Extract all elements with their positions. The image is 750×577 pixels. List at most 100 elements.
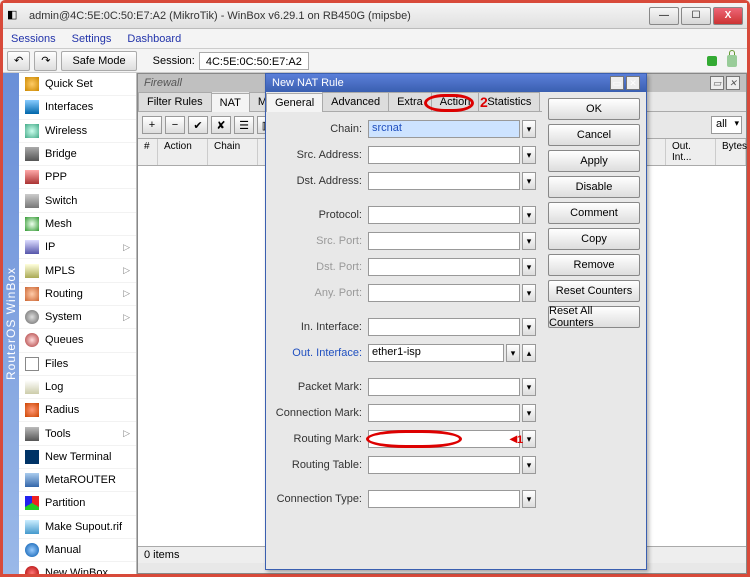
nat-dropdown-srcport[interactable]: ▾ xyxy=(522,232,536,250)
sidebar-item-system[interactable]: System▷ xyxy=(19,306,136,329)
sidebar-item-partition[interactable]: Partition xyxy=(19,492,136,515)
lock-icon xyxy=(727,55,737,67)
sidebar-item-mesh[interactable]: Mesh xyxy=(19,213,136,236)
firewall-col-num[interactable]: # xyxy=(138,139,158,165)
nat-tab-extra[interactable]: Extra xyxy=(388,92,432,111)
sidebar-item-bridge[interactable]: Bridge xyxy=(19,143,136,166)
nat-input-inif[interactable] xyxy=(368,318,520,336)
nat-dropdown-dstaddr[interactable]: ▾ xyxy=(522,172,536,190)
nat-dropdown-rtable[interactable]: ▾ xyxy=(522,456,536,474)
nat-label-pmark: Packet Mark: xyxy=(272,381,368,393)
nat-cancel-button[interactable]: Cancel xyxy=(548,124,640,146)
nat-disable-button[interactable]: Disable xyxy=(548,176,640,198)
nat-ok-button[interactable]: OK xyxy=(548,98,640,120)
sidebar-item-ip[interactable]: IP▷ xyxy=(19,236,136,259)
sidebar-item-quick-set[interactable]: Quick Set xyxy=(19,73,136,96)
firewall-tool-0[interactable]: + xyxy=(142,116,162,134)
nat-min-icon[interactable]: ▭ xyxy=(610,76,624,90)
nat-input-anyport[interactable] xyxy=(368,284,520,302)
firewall-close-icon[interactable]: ✕ xyxy=(726,76,740,90)
sidebar-item-log[interactable]: Log xyxy=(19,376,136,399)
nat-input-rtable[interactable] xyxy=(368,456,520,474)
menu-settings[interactable]: Settings xyxy=(72,33,112,45)
sidebar-item-new-terminal[interactable]: New Terminal xyxy=(19,446,136,469)
nat-input-srcaddr[interactable] xyxy=(368,146,520,164)
firewall-tool-1[interactable]: − xyxy=(165,116,185,134)
nat-comment-button[interactable]: Comment xyxy=(548,202,640,224)
nat-title: New NAT Rule xyxy=(272,77,344,89)
sidebar-item-manual[interactable]: Manual xyxy=(19,539,136,562)
nat-label-cmark: Connection Mark: xyxy=(272,407,368,419)
nat-dropdown-inif[interactable]: ▾ xyxy=(522,318,536,336)
i-q-icon xyxy=(25,333,39,347)
sidebar-item-queues[interactable]: Queues xyxy=(19,329,136,352)
close-button[interactable]: X xyxy=(713,7,743,25)
i-tools-icon xyxy=(25,427,39,441)
nat-input-rmark[interactable] xyxy=(368,430,520,448)
minimize-button[interactable]: — xyxy=(649,7,679,25)
nat-remove-button[interactable]: Remove xyxy=(548,254,640,276)
firewall-tab-filter-rules[interactable]: Filter Rules xyxy=(138,92,212,111)
nat-input-pmark[interactable] xyxy=(368,378,520,396)
sidebar-item-radius[interactable]: Radius xyxy=(19,399,136,422)
sidebar-item-files[interactable]: Files xyxy=(19,353,136,376)
nat-input-cmark[interactable] xyxy=(368,404,520,422)
nat-close-icon[interactable]: ✕ xyxy=(626,76,640,90)
nat-reset-all-counters-button[interactable]: Reset All Counters xyxy=(548,306,640,328)
nat-dropdown-chain[interactable]: ▾ xyxy=(522,120,536,138)
sidebar-item-routing[interactable]: Routing▷ xyxy=(19,283,136,306)
sidebar-item-interfaces[interactable]: Interfaces xyxy=(19,96,136,119)
sidebar-item-label: New WinBox xyxy=(45,567,108,574)
nat-input-dstport[interactable] xyxy=(368,258,520,276)
sidebar-item-new-winbox[interactable]: New WinBox xyxy=(19,562,136,574)
sidebar-item-ppp[interactable]: PPP xyxy=(19,166,136,189)
nat-input-outif[interactable]: ether1-isp xyxy=(368,344,504,362)
nat-up-outif[interactable]: ▴ xyxy=(522,344,536,362)
nat-dropdown-pmark[interactable]: ▾ xyxy=(522,378,536,396)
firewall-filter-select[interactable]: all xyxy=(711,116,742,134)
nat-tab-general[interactable]: General xyxy=(266,93,323,112)
nat-input-srcport[interactable] xyxy=(368,232,520,250)
nat-dropdown-srcaddr[interactable]: ▾ xyxy=(522,146,536,164)
redo-button[interactable]: ↷ xyxy=(34,51,57,71)
sidebar-item-label: Radius xyxy=(45,404,79,416)
nat-copy-button[interactable]: Copy xyxy=(548,228,640,250)
maximize-button[interactable]: ☐ xyxy=(681,7,711,25)
sidebar-item-switch[interactable]: Switch xyxy=(19,189,136,212)
safemode-button[interactable]: Safe Mode xyxy=(61,51,136,71)
sidebar-item-metarouter[interactable]: MetaROUTER xyxy=(19,469,136,492)
menu-sessions[interactable]: Sessions xyxy=(11,33,56,45)
nat-dropdown-dstport[interactable]: ▾ xyxy=(522,258,536,276)
nat-dropdown-protocol[interactable]: ▾ xyxy=(522,206,536,224)
nat-input-chain[interactable]: srcnat xyxy=(368,120,520,138)
nat-apply-button[interactable]: Apply xyxy=(548,150,640,172)
nat-input-ctype[interactable] xyxy=(368,490,520,508)
nat-tab-action[interactable]: Action xyxy=(431,92,480,111)
firewall-col-action[interactable]: Action xyxy=(158,139,208,165)
sidebar-item-make-supout-rif[interactable]: Make Supout.rif xyxy=(19,516,136,539)
session-field[interactable]: 4C:5E:0C:50:E7:A2 xyxy=(199,52,309,70)
menu-dashboard[interactable]: Dashboard xyxy=(127,33,181,45)
nat-tab-advanced[interactable]: Advanced xyxy=(322,92,389,111)
sidebar-item-label: Mesh xyxy=(45,218,72,230)
firewall-col-chain[interactable]: Chain xyxy=(208,139,258,165)
nat-dropdown-ctype[interactable]: ▾ xyxy=(522,490,536,508)
firewall-col-bytes[interactable]: Bytes xyxy=(716,139,746,165)
firewall-min-icon[interactable]: ▭ xyxy=(710,76,724,90)
sidebar-item-wireless[interactable]: Wireless xyxy=(19,120,136,143)
nat-input-protocol[interactable] xyxy=(368,206,520,224)
firewall-tool-3[interactable]: ✘ xyxy=(211,116,231,134)
firewall-tool-2[interactable]: ✔ xyxy=(188,116,208,134)
undo-button[interactable]: ↶ xyxy=(7,51,30,71)
nat-dropdown-cmark[interactable]: ▾ xyxy=(522,404,536,422)
firewall-col-outint[interactable]: Out. Int... xyxy=(666,139,716,165)
nat-dropdown-outif[interactable]: ▾ xyxy=(506,344,520,362)
sidebar-item-mpls[interactable]: MPLS▷ xyxy=(19,259,136,282)
nat-dropdown-anyport[interactable]: ▾ xyxy=(522,284,536,302)
nat-dropdown-rmark[interactable]: ▾ xyxy=(522,430,536,448)
firewall-tool-4[interactable]: ☰ xyxy=(234,116,254,134)
firewall-tab-nat[interactable]: NAT xyxy=(211,93,250,112)
nat-input-dstaddr[interactable] xyxy=(368,172,520,190)
nat-reset-counters-button[interactable]: Reset Counters xyxy=(548,280,640,302)
sidebar-item-tools[interactable]: Tools▷ xyxy=(19,422,136,445)
